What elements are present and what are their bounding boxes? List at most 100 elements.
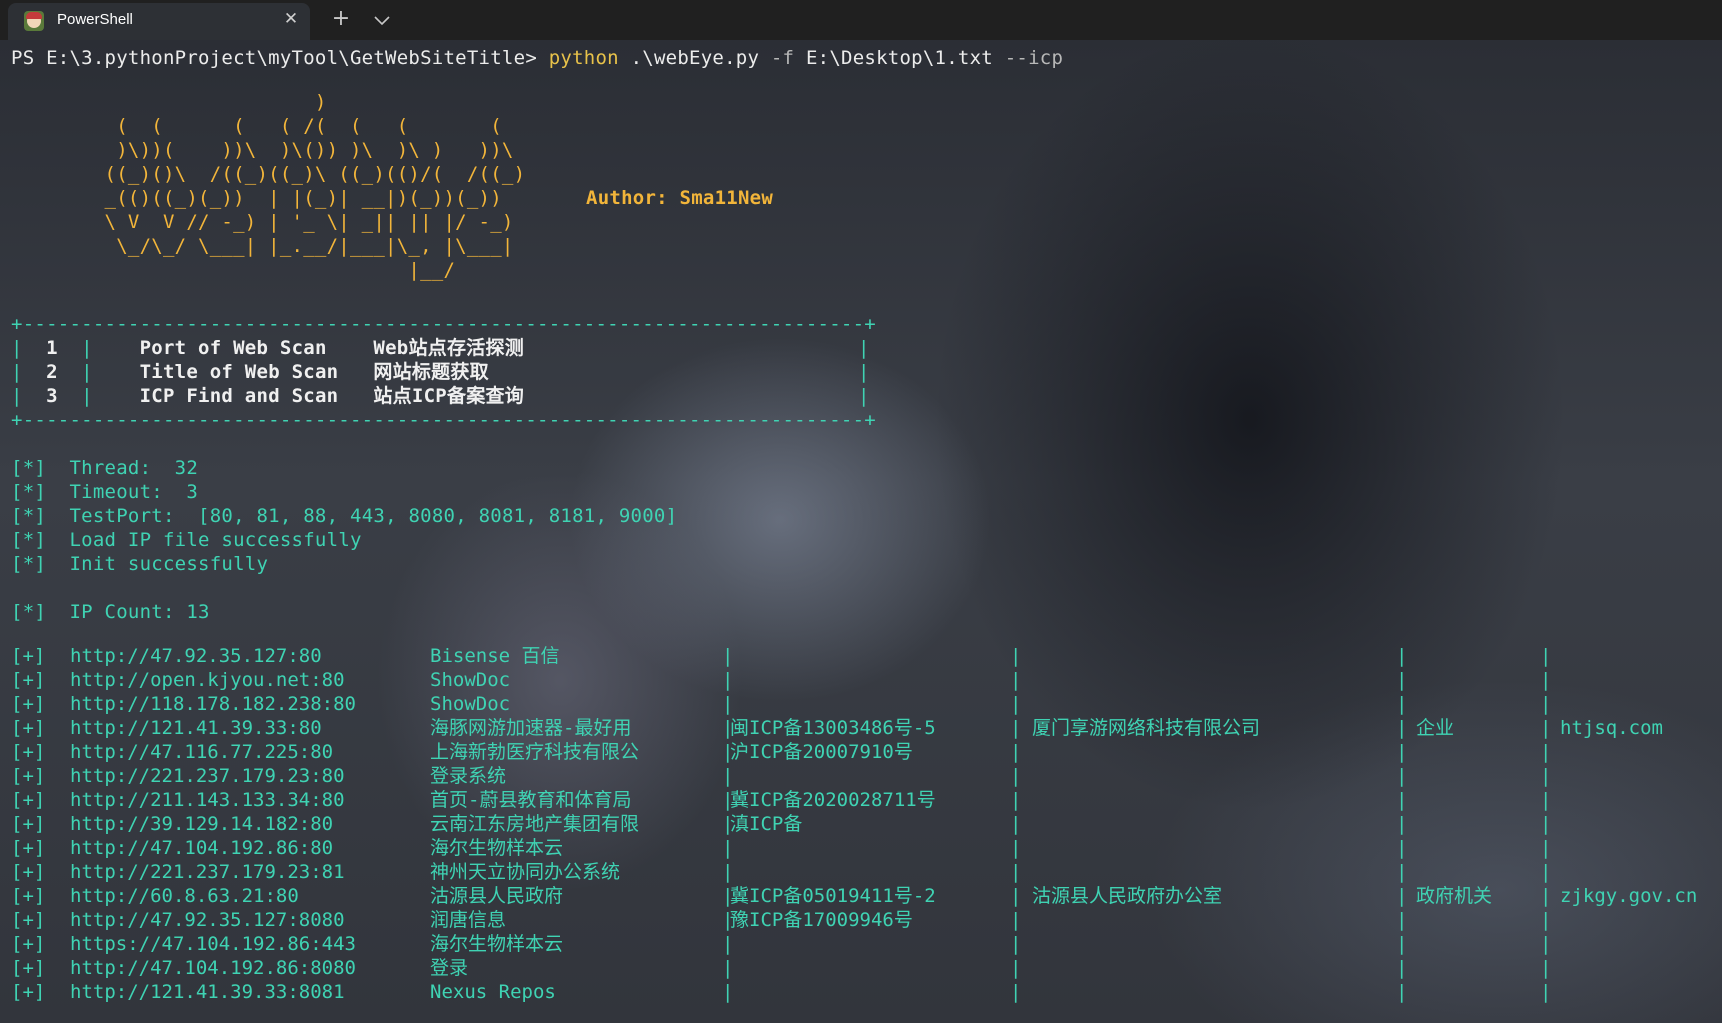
column-separator: |	[1010, 789, 1022, 811]
result-url[interactable]: http://221.237.179.23:81	[70, 860, 345, 884]
column-separator: |	[1540, 669, 1552, 691]
column-separator: |	[722, 957, 734, 979]
author-label: Author: Sma11New	[586, 187, 774, 209]
result-url[interactable]: http://118.178.182.238:80	[70, 692, 356, 716]
column-separator: |	[722, 765, 734, 787]
result-title: Nexus Repos	[430, 981, 556, 1003]
column-separator: |	[722, 645, 734, 667]
result-title: 神州天立协同办公系统	[430, 861, 621, 883]
column-separator: |	[1010, 813, 1022, 835]
result-title: 沽源县人民政府	[430, 885, 564, 907]
column-separator: |	[1396, 837, 1408, 859]
result-type: 政府机关	[1416, 885, 1493, 907]
column-separator: |	[1396, 885, 1408, 907]
result-tag: [+]	[11, 861, 46, 883]
column-separator: |	[1396, 669, 1408, 691]
column-separator: |	[1396, 741, 1408, 763]
plus-icon[interactable]: +	[328, 6, 354, 32]
banner-line: ( ( ( ( /( ( ( (	[11, 115, 502, 137]
column-separator: |	[1010, 933, 1022, 955]
result-url[interactable]: https://47.104.192.86:443	[70, 932, 356, 956]
column-separator: |	[1540, 765, 1552, 787]
close-icon[interactable]: ✕	[280, 8, 302, 30]
menu-right-border: |	[858, 385, 870, 407]
result-url[interactable]: http://39.129.14.182:80	[70, 812, 333, 836]
ip-count-line: [*] IP Count: 13	[11, 601, 210, 623]
column-separator: |	[1010, 765, 1022, 787]
column-separator: |	[1396, 693, 1408, 715]
result-tag: [+]	[11, 981, 46, 1003]
column-separator: |	[1396, 861, 1408, 883]
column-separator: |	[1010, 957, 1022, 979]
column-separator: |	[1540, 717, 1552, 739]
result-url[interactable]: http://47.104.192.86:80	[70, 836, 333, 860]
column-separator: |	[1396, 717, 1408, 739]
result-tag: [+]	[11, 717, 46, 739]
menu-row: | 2 | Title of Web Scan 网站标题获取	[11, 361, 489, 383]
column-separator: |	[1010, 741, 1022, 763]
result-url[interactable]: http://47.104.192.86:8080	[70, 956, 356, 980]
column-separator: |	[1540, 741, 1552, 763]
result-title: 海尔生物样本云	[430, 837, 564, 859]
column-separator: |	[1540, 813, 1552, 835]
column-separator: |	[722, 669, 734, 691]
column-separator: |	[722, 909, 734, 931]
result-tag: [+]	[11, 693, 46, 715]
result-icp: 沪ICP备20007910号	[730, 741, 913, 763]
terminal-pane[interactable]: PS E:\3.pythonProject\myTool\GetWebSiteT…	[0, 40, 1722, 1023]
flag-icp: --icp	[1004, 47, 1064, 69]
command-name: python	[548, 47, 619, 69]
result-url[interactable]: http://211.143.133.34:80	[70, 788, 345, 812]
title-bar: PowerShell ✕ +	[0, 0, 1722, 40]
column-separator: |	[1540, 861, 1552, 883]
result-domain: zjkgy.gov.cn	[1560, 885, 1698, 907]
banner-line: \ V V // -_) | '_ \| _|| || |/ -_)	[11, 211, 514, 233]
result-url[interactable]: http://47.116.77.225:80	[70, 740, 333, 764]
result-tag: [+]	[11, 765, 46, 787]
column-separator: |	[1396, 645, 1408, 667]
column-separator: |	[722, 693, 734, 715]
column-separator: |	[1396, 813, 1408, 835]
chevron-down-icon[interactable]	[369, 8, 395, 32]
column-separator: |	[1396, 981, 1408, 1003]
result-url[interactable]: http://221.237.179.23:80	[70, 764, 345, 788]
banner-line: )	[11, 91, 327, 113]
result-title: 首页-蔚县教育和体育局	[430, 789, 632, 811]
result-tag: [+]	[11, 789, 46, 811]
result-url[interactable]: http://47.92.35.127:8080	[70, 908, 345, 932]
column-separator: |	[1010, 693, 1022, 715]
column-separator: |	[1010, 717, 1022, 739]
column-separator: |	[1540, 885, 1552, 907]
result-url[interactable]: http://121.41.39.33:8081	[70, 980, 345, 1004]
result-title: 上海新勃医疗科技有限公	[430, 741, 640, 763]
column-separator: |	[1396, 789, 1408, 811]
result-tag: [+]	[11, 741, 46, 763]
column-separator: |	[722, 981, 734, 1003]
avatar-app-icon	[24, 11, 44, 31]
column-separator: |	[1396, 957, 1408, 979]
result-tag: [+]	[11, 645, 46, 667]
command-script: .\webEye.py	[630, 47, 760, 69]
result-url[interactable]: http://121.41.39.33:80	[70, 716, 322, 740]
info-line: [*] TestPort: [80, 81, 88, 443, 8080, 80…	[11, 505, 678, 527]
column-separator: |	[722, 741, 734, 763]
column-separator: |	[1540, 957, 1552, 979]
column-separator: |	[1540, 645, 1552, 667]
menu-border-bottom: +---------------------------------------…	[11, 409, 876, 431]
column-separator: |	[1010, 645, 1022, 667]
result-title: 海尔生物样本云	[430, 933, 564, 955]
result-title: 润唐信息	[430, 909, 507, 931]
column-separator: |	[1540, 909, 1552, 931]
column-separator: |	[722, 861, 734, 883]
info-line: [*] Init successfully	[11, 553, 269, 575]
result-url[interactable]: http://open.kjyou.net:80	[70, 668, 345, 692]
column-separator: |	[1010, 861, 1022, 883]
result-url[interactable]: http://60.8.63.21:80	[70, 884, 299, 908]
result-type: 企业	[1416, 717, 1455, 739]
banner-line: )\))( ))\ )\()) )\ )\ ) ))\	[11, 139, 514, 161]
result-title: Bisense 百信	[430, 645, 560, 667]
banner-line: _(()((_)(_)) | |(_)| __|)(_))(_))	[11, 187, 502, 209]
result-tag: [+]	[11, 885, 46, 907]
result-url[interactable]: http://47.92.35.127:80	[70, 644, 322, 668]
tab-powershell[interactable]: PowerShell ✕	[8, 3, 310, 40]
